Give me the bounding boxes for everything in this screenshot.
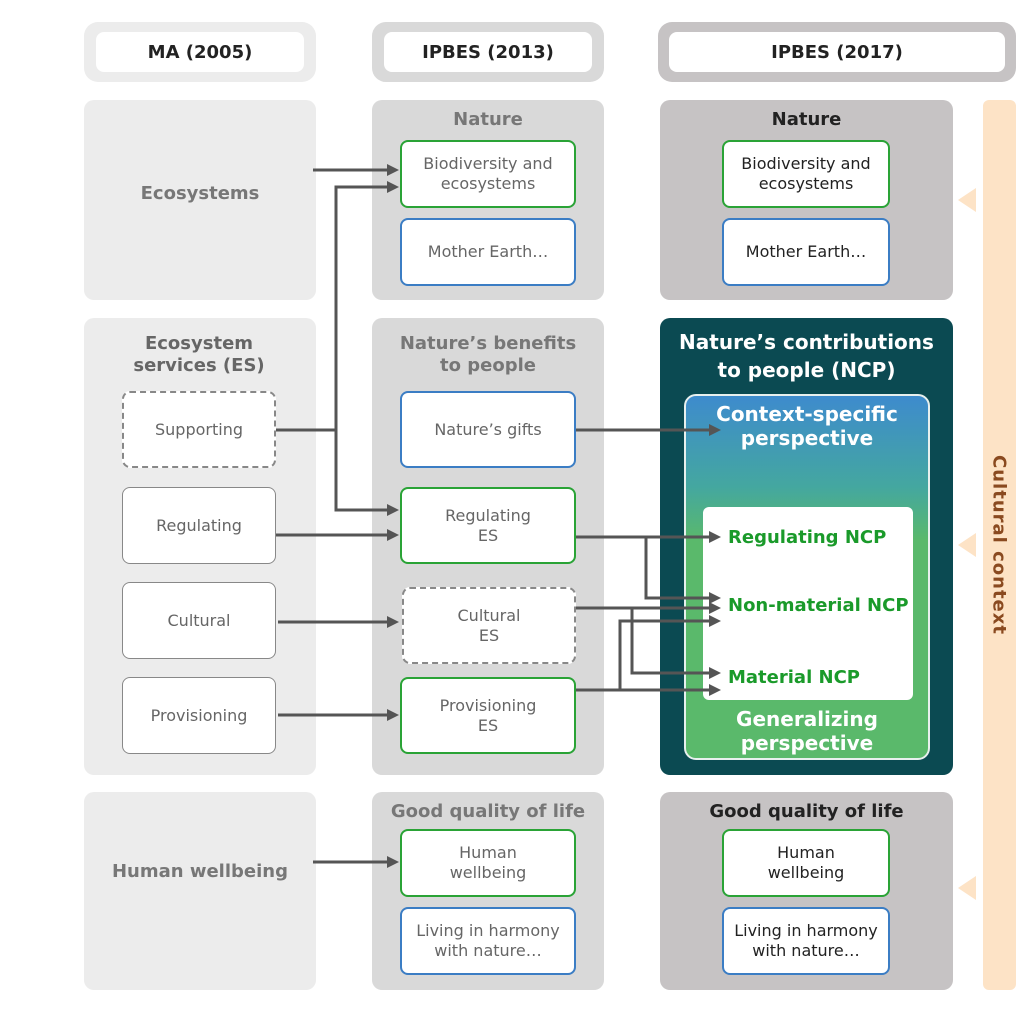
connector-arrows <box>276 164 976 900</box>
triangle-icon <box>958 533 976 557</box>
triangle-icon <box>958 876 976 900</box>
triangle-icon <box>958 188 976 212</box>
